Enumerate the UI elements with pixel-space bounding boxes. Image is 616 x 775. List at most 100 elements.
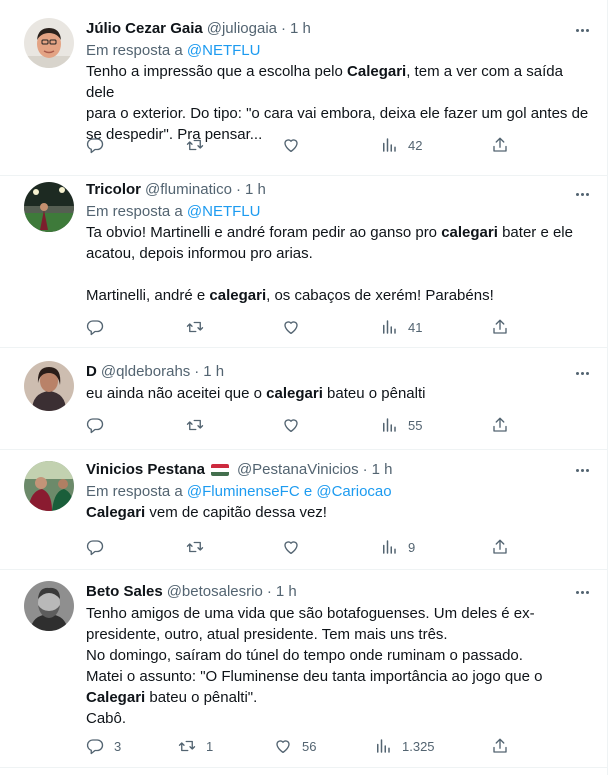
user-handle[interactable]: @qldeborahs <box>101 361 190 383</box>
share-button[interactable] <box>491 415 509 435</box>
tweet-beto[interactable]: Beto Sales @betosalesrio · 1 h Tenho ami… <box>0 570 607 768</box>
tweet-text: Tenho amigos de uma vida que são botafog… <box>86 603 592 729</box>
tweet-line <box>86 264 592 285</box>
tweet-julio[interactable]: Júlio Cezar Gaia @juliogaia · 1 h Em res… <box>0 0 607 176</box>
timestamp[interactable]: 1 h <box>245 179 266 201</box>
reply-icon <box>86 320 104 336</box>
retweet-icon <box>186 541 204 553</box>
display-name[interactable]: Júlio Cezar Gaia <box>86 18 203 40</box>
retweet-count: 1 <box>206 738 214 754</box>
view-count: 1.325 <box>402 738 435 754</box>
like-count: 56 <box>302 738 317 754</box>
text-segment: Cabô. <box>86 710 127 727</box>
text-segment: acatou, depois informou pro arias. <box>86 245 313 262</box>
views-icon <box>383 418 396 432</box>
view-count: 55 <box>408 417 423 433</box>
reply-button[interactable] <box>86 415 114 435</box>
avatar[interactable] <box>24 182 74 232</box>
highlighted-term: Calegari <box>86 504 146 521</box>
timestamp[interactable]: 1 h <box>372 459 393 481</box>
views-button[interactable]: 42 <box>380 135 422 155</box>
view-count: 42 <box>408 137 423 153</box>
views-button[interactable]: 9 <box>380 537 415 557</box>
text-segment: No domingo, saíram do túnel do tempo ond… <box>86 647 523 664</box>
avatar[interactable] <box>24 18 74 68</box>
reply-label: Em resposta a <box>86 203 183 220</box>
avatar[interactable] <box>24 461 74 511</box>
like-button[interactable] <box>282 537 310 557</box>
retweet-button[interactable]: 1 <box>178 736 213 756</box>
views-icon <box>383 138 396 152</box>
view-count: 41 <box>408 319 423 335</box>
tweet-line: Calegari bateu o pênalti". <box>86 687 592 708</box>
like-icon <box>284 321 298 335</box>
tweet-line: para o exterior. Do tipo: "o cara vai em… <box>86 103 592 124</box>
views-icon <box>383 540 396 554</box>
reply-context: Em resposta a @NETFLU <box>86 40 592 61</box>
highlighted-term: calegari <box>441 224 498 241</box>
user-handle[interactable]: @fluminatico <box>145 179 232 201</box>
mention-link[interactable]: @NETFLU <box>187 42 261 59</box>
mention-link[interactable]: @FluminenseFC <box>187 483 300 500</box>
separator: · <box>266 583 272 600</box>
like-button[interactable]: 56 <box>274 736 316 756</box>
text-segment: bateu o pênalti <box>322 385 426 402</box>
user-handle[interactable]: @juliogaia <box>207 18 277 40</box>
reply-button[interactable] <box>86 317 114 337</box>
reply-button[interactable] <box>86 135 114 155</box>
avatar[interactable] <box>24 361 74 411</box>
share-button[interactable] <box>491 537 509 557</box>
display-name[interactable]: Vinicios Pestana <box>86 459 205 481</box>
avatar[interactable] <box>24 581 74 631</box>
highlighted-term: Calegari <box>86 689 146 706</box>
share-button[interactable] <box>491 135 509 155</box>
tweet-line: Martinelli, andré e calegari, os cabaços… <box>86 285 592 306</box>
mention-link[interactable]: @Cariocao <box>316 483 391 500</box>
like-button[interactable] <box>282 317 310 337</box>
reply-button[interactable] <box>86 537 114 557</box>
retweet-button[interactable] <box>186 415 214 435</box>
views-icon <box>377 739 390 753</box>
timestamp[interactable]: 1 h <box>203 361 224 383</box>
share-button[interactable] <box>491 317 509 337</box>
action-bar: 41 <box>86 317 516 337</box>
tweet-vinicios[interactable]: Vinicios Pestana @PestanaVinicios · 1 h … <box>0 450 607 570</box>
text-segment: Ta obvio! Martinelli e andré foram pedir… <box>86 224 442 241</box>
retweet-button[interactable] <box>186 537 214 557</box>
retweet-icon <box>186 321 204 333</box>
tweet-line: eu ainda não aceitei que o calegari bate… <box>86 383 592 404</box>
display-name[interactable]: Beto Sales <box>86 581 163 603</box>
tweet-tricolor[interactable]: Tricolor @fluminatico · 1 h Em resposta … <box>0 176 607 348</box>
like-icon <box>276 740 290 754</box>
tweet-d[interactable]: D @qldeborahs · 1 h eu ainda não aceitei… <box>0 348 607 450</box>
display-name[interactable]: D <box>86 361 97 383</box>
retweet-icon <box>178 740 196 752</box>
retweet-button[interactable] <box>186 317 214 337</box>
user-handle[interactable]: @PestanaVinicios <box>237 459 359 481</box>
views-button[interactable]: 55 <box>380 415 422 435</box>
share-icon <box>493 137 507 152</box>
tweet-line: Matei o assunto: "O Fluminense deu tanta… <box>86 666 592 687</box>
tweet-feed: Júlio Cezar Gaia @juliogaia · 1 h Em res… <box>0 0 608 775</box>
retweet-button[interactable] <box>186 135 214 155</box>
reply-button[interactable]: 3 <box>86 736 121 756</box>
timestamp[interactable]: 1 h <box>276 581 297 603</box>
like-button[interactable] <box>282 415 310 435</box>
separator: · <box>194 363 200 380</box>
reply-label: Em resposta a <box>86 483 183 500</box>
display-name[interactable]: Tricolor <box>86 179 141 201</box>
share-icon <box>493 319 507 334</box>
retweet-icon <box>186 139 204 151</box>
mention-link[interactable]: @NETFLU <box>187 203 261 220</box>
separator: · <box>362 461 368 478</box>
text-segment: para o exterior. Do tipo: "o cara vai em… <box>86 105 589 122</box>
views-button[interactable]: 1.325 <box>374 736 435 756</box>
view-count: 9 <box>408 539 416 555</box>
like-button[interactable] <box>282 135 310 155</box>
views-button[interactable]: 41 <box>380 317 422 337</box>
timestamp[interactable]: 1 h <box>290 18 311 40</box>
user-handle[interactable]: @betosalesrio <box>167 581 263 603</box>
share-button[interactable] <box>491 736 509 756</box>
action-bar: 9 <box>86 537 516 557</box>
share-icon <box>493 417 507 432</box>
